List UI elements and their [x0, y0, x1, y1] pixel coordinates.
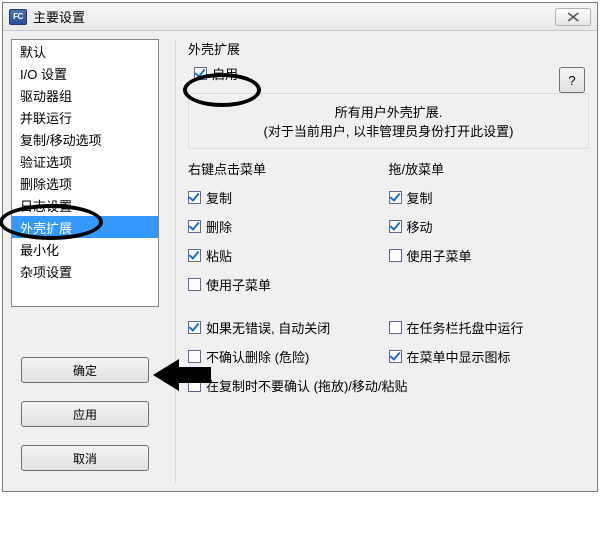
settings-window: FC 主要设置 默认I/O 设置驱动器组并联运行复制/移动选项验证选项删除选项日… [2, 2, 598, 492]
checkbox-icon [188, 350, 201, 363]
checkbox-label: 粘贴 [206, 246, 232, 265]
checkbox-icon [188, 191, 201, 204]
checkbox-icon [188, 379, 201, 392]
checkbox-icon [389, 249, 402, 262]
sidebar-item[interactable]: 外壳扩展 [12, 216, 158, 238]
checkbox-icon [188, 220, 201, 233]
checkbox-label: 删除 [206, 217, 232, 236]
settings-panel: 外壳扩展 ? 启用 所有用户外壳扩展. (对于当前用户, 以非管理员身份打开此设… [175, 39, 589, 483]
titlebar: FC 主要设置 [3, 3, 597, 31]
misc-option[interactable]: 在复制时不要确认 (拖放)/移动/粘贴 [188, 376, 408, 395]
info-line-2: (对于当前用户, 以非管理员身份打开此设置) [199, 121, 578, 140]
sidebar-item[interactable]: 最小化 [12, 238, 158, 260]
drag-drop-menu-column: 拖/放菜单 复制移动使用子菜单 [389, 159, 590, 304]
sidebar-item[interactable]: 复制/移动选项 [12, 128, 158, 150]
enable-label: 启用 [212, 64, 238, 83]
misc-option[interactable]: 不确认删除 (危险) [188, 347, 309, 366]
drag-drop-option[interactable]: 使用子菜单 [389, 246, 472, 265]
checkbox-icon [389, 191, 402, 204]
right-click-option[interactable]: 使用子菜单 [188, 275, 271, 294]
sidebar-item[interactable]: 杂项设置 [12, 260, 158, 282]
window-title: 主要设置 [33, 7, 555, 26]
checkbox-label: 使用子菜单 [407, 246, 472, 265]
right-click-menu-title: 右键点击菜单 [188, 159, 389, 178]
misc-option[interactable]: 如果无错误, 自动关闭 [188, 318, 330, 337]
close-button[interactable] [555, 8, 591, 26]
checkbox-icon [188, 321, 201, 334]
checkbox-icon [389, 350, 402, 363]
right-click-option[interactable]: 删除 [188, 217, 232, 236]
app-icon: FC [9, 9, 27, 25]
sidebar-item[interactable]: 验证选项 [12, 150, 158, 172]
checkbox-label: 在菜单中显示图标 [407, 347, 511, 366]
checkbox-label: 在任务栏托盘中运行 [407, 318, 524, 337]
sidebar-item[interactable]: 并联运行 [12, 106, 158, 128]
misc-option[interactable]: 在任务栏托盘中运行 [389, 318, 524, 337]
enable-checkbox[interactable]: 启用 [194, 64, 238, 83]
misc-option[interactable]: 在菜单中显示图标 [389, 347, 511, 366]
sidebar-item[interactable]: I/O 设置 [12, 62, 158, 84]
checkbox-label: 如果无错误, 自动关闭 [206, 318, 330, 337]
checkbox-label: 使用子菜单 [206, 275, 271, 294]
right-click-option[interactable]: 复制 [188, 188, 232, 207]
sidebar-item[interactable]: 默认 [12, 40, 158, 62]
category-listbox[interactable]: 默认I/O 设置驱动器组并联运行复制/移动选项验证选项删除选项日志设置外壳扩展最… [11, 39, 159, 307]
sidebar-item[interactable]: 日志设置 [12, 194, 158, 216]
panel-title: 外壳扩展 [188, 39, 589, 58]
checkbox-icon [389, 220, 402, 233]
checkbox-icon [389, 321, 402, 334]
checkbox-icon [194, 67, 207, 80]
drag-drop-option[interactable]: 复制 [389, 188, 433, 207]
checkbox-label: 不确认删除 (危险) [206, 347, 309, 366]
close-icon [566, 12, 580, 22]
checkbox-icon [188, 278, 201, 291]
right-click-menu-column: 右键点击菜单 复制删除粘贴使用子菜单 [188, 159, 389, 304]
checkbox-label: 移动 [407, 217, 433, 236]
apply-button[interactable]: 应用 [21, 401, 149, 427]
checkbox-label: 在复制时不要确认 (拖放)/移动/粘贴 [206, 376, 408, 395]
left-column: 默认I/O 设置驱动器组并联运行复制/移动选项验证选项删除选项日志设置外壳扩展最… [11, 39, 159, 483]
checkbox-label: 复制 [206, 188, 232, 207]
sidebar-item[interactable]: 驱动器组 [12, 84, 158, 106]
info-groupbox: 所有用户外壳扩展. (对于当前用户, 以非管理员身份打开此设置) [188, 93, 589, 149]
help-button[interactable]: ? [559, 67, 585, 93]
checkbox-label: 复制 [407, 188, 433, 207]
right-click-option[interactable]: 粘贴 [188, 246, 232, 265]
sidebar-item[interactable]: 删除选项 [12, 172, 158, 194]
info-line-1: 所有用户外壳扩展. [199, 102, 578, 121]
checkbox-icon [188, 249, 201, 262]
drag-drop-menu-title: 拖/放菜单 [389, 159, 590, 178]
cancel-button[interactable]: 取消 [21, 445, 149, 471]
ok-button[interactable]: 确定 [21, 357, 149, 383]
drag-drop-option[interactable]: 移动 [389, 217, 433, 236]
bottom-options: 如果无错误, 自动关闭 在任务栏托盘中运行不确认删除 (危险) 在菜单中显示图标在复… [188, 318, 589, 395]
